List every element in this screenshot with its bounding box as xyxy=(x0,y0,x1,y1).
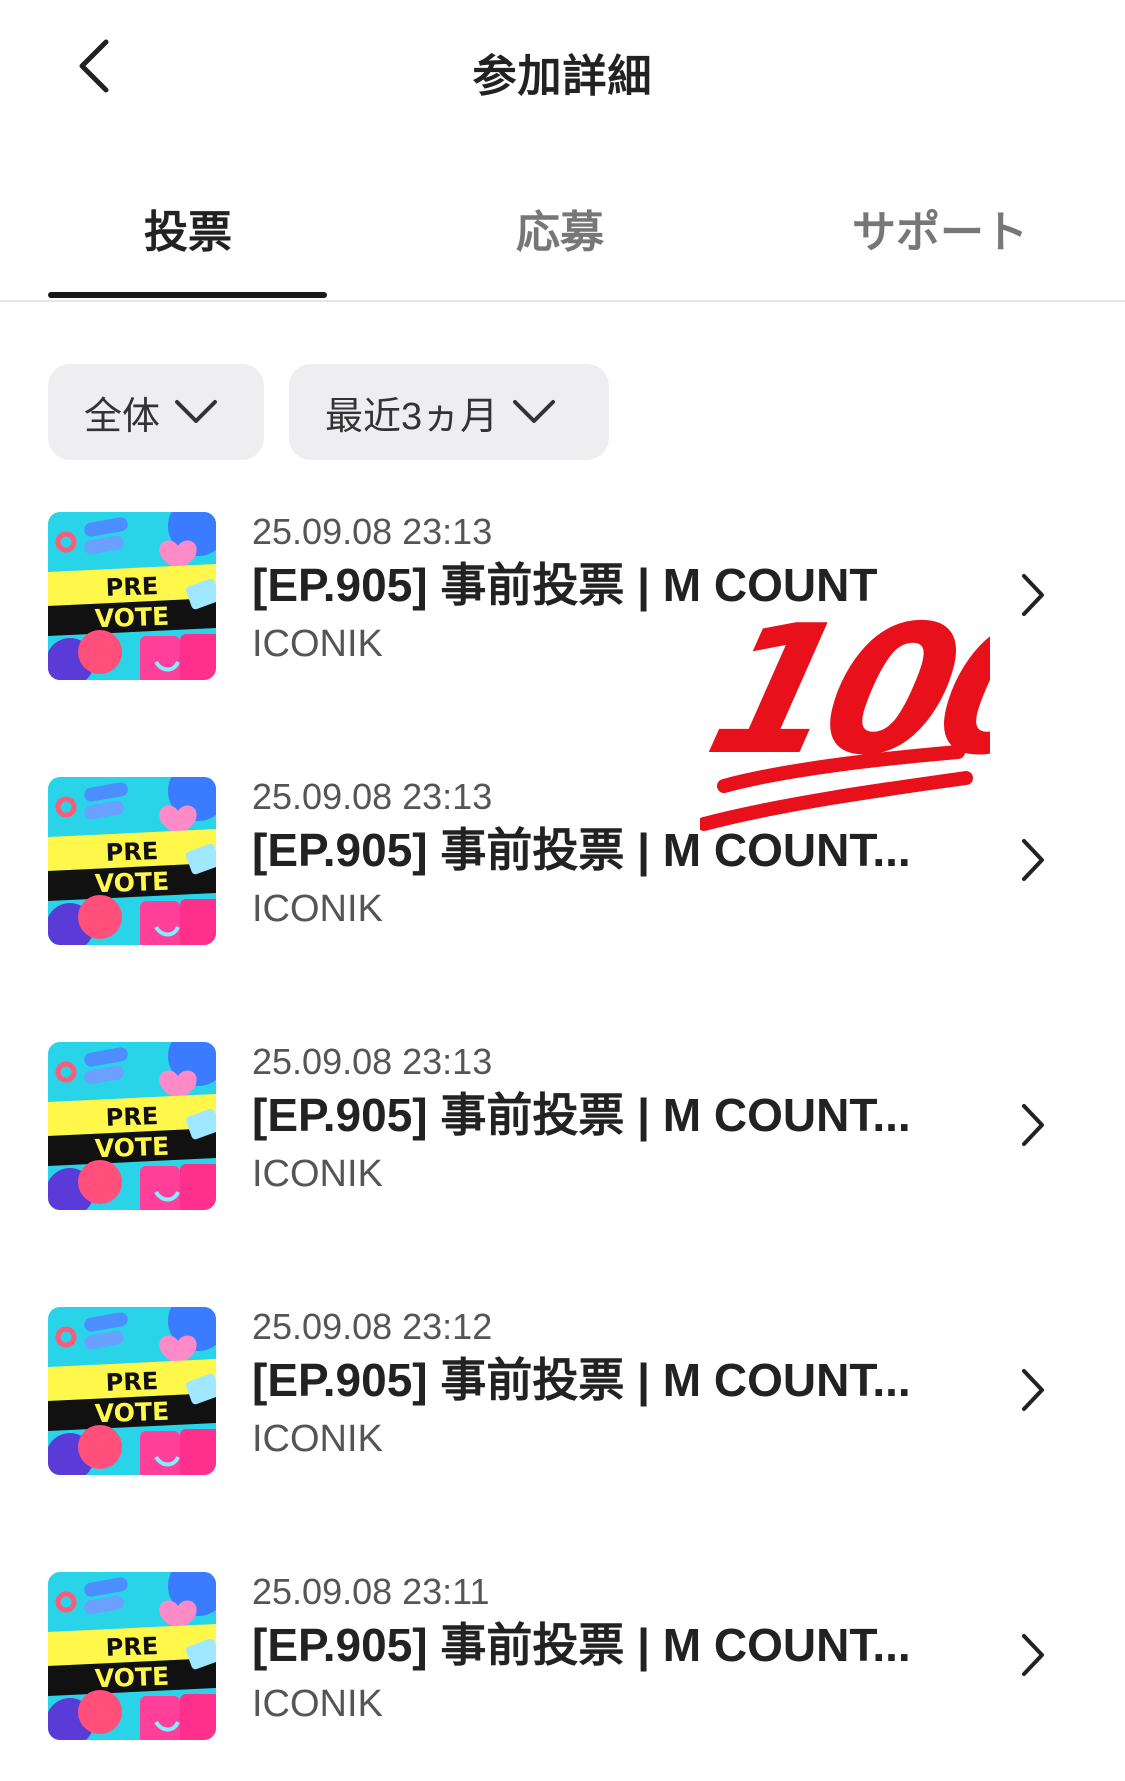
vote-thumbnail: PRE VOTE xyxy=(48,1042,216,1210)
vote-thumbnail: PRE VOTE xyxy=(48,512,216,680)
header: 参加詳細 xyxy=(0,0,1125,140)
item-title: [EP.905] 事前投票 | M COUNT... xyxy=(252,1619,911,1671)
item-text-block: 25.09.08 23:12 [EP.905] 事前投票 | M COUNT..… xyxy=(252,1306,952,1467)
chevron-right-icon xyxy=(1022,1634,1044,1676)
vote-thumbnail: PRE VOTE xyxy=(48,1572,216,1740)
filter-type-dropdown[interactable]: 全体 xyxy=(48,364,264,460)
page-title: 参加詳細 xyxy=(472,52,653,101)
item-title: [EP.905] 事前投票 | M COUNT... xyxy=(252,1089,911,1141)
item-title: [EP.905] 事前投票 | M COUNT... xyxy=(252,1354,911,1406)
chevron-right-icon xyxy=(1022,1369,1044,1411)
item-subtitle: ICONIK xyxy=(252,623,383,665)
item-title: [EP.905] 事前投票 | M COUNT xyxy=(252,559,878,611)
item-text-block: 25.09.08 23:13 [EP.905] 事前投票 | M COUNT..… xyxy=(252,776,952,937)
chevron-right-icon xyxy=(1022,1104,1044,1146)
tab-apply[interactable]: 応募 xyxy=(420,196,700,276)
list-item[interactable]: PRE VOTE 25.09.08 23:13 [EP.905] 事前投票 | … xyxy=(0,511,1125,682)
tab-support[interactable]: サポート xyxy=(790,196,1090,276)
tab-bar: 投票 応募 サポート xyxy=(0,180,1125,302)
thumb-text-pre: PRE xyxy=(105,1102,158,1132)
list-item[interactable]: PRE VOTE 25.09.08 23:13 [EP.905] 事前投票 | … xyxy=(0,1041,1125,1212)
item-subtitle: ICONIK xyxy=(252,1683,383,1725)
thumb-text-vote: VOTE xyxy=(94,602,169,634)
item-date: 25.09.08 23:13 xyxy=(252,1041,493,1082)
item-date: 25.09.08 23:11 xyxy=(252,1571,490,1612)
thumb-text-vote: VOTE xyxy=(94,1397,169,1429)
item-date: 25.09.08 23:12 xyxy=(252,1306,493,1347)
filter-period-label: 最近3ヵ月 xyxy=(325,395,499,438)
item-subtitle: ICONIK xyxy=(252,1418,383,1460)
chevron-right-icon xyxy=(1022,574,1044,616)
item-text-block: 25.09.08 23:11 [EP.905] 事前投票 | M COUNT..… xyxy=(252,1571,952,1732)
item-title: [EP.905] 事前投票 | M COUNT... xyxy=(252,824,911,876)
thumb-text-pre: PRE xyxy=(105,837,158,867)
thumb-text-pre: PRE xyxy=(105,1367,158,1397)
list-item[interactable]: PRE VOTE 25.09.08 23:12 [EP.905] 事前投票 | … xyxy=(0,1306,1125,1477)
list-item[interactable]: PRE VOTE 25.09.08 23:11 [EP.905] 事前投票 | … xyxy=(0,1571,1125,1742)
filter-type-label: 全体 xyxy=(84,395,161,438)
item-date: 25.09.08 23:13 xyxy=(252,776,493,817)
filter-period-dropdown[interactable]: 最近3ヵ月 xyxy=(289,364,609,460)
item-subtitle: ICONIK xyxy=(252,1153,383,1195)
active-tab-indicator xyxy=(48,292,327,298)
item-text-block: 25.09.08 23:13 [EP.905] 事前投票 | M COUNT..… xyxy=(252,1041,952,1202)
thumb-text-vote: VOTE xyxy=(94,867,169,899)
tab-vote[interactable]: 投票 xyxy=(48,196,328,276)
chevron-right-icon xyxy=(1022,839,1044,881)
item-text-block: 25.09.08 23:13 [EP.905] 事前投票 | M COUNT I… xyxy=(252,511,952,672)
chevron-down-icon xyxy=(175,400,218,423)
thumb-text-vote: VOTE xyxy=(94,1132,169,1164)
thumb-text-pre: PRE xyxy=(105,1632,158,1662)
vote-thumbnail: PRE VOTE xyxy=(48,1307,216,1475)
item-subtitle: ICONIK xyxy=(252,888,383,930)
chevron-down-icon xyxy=(513,400,556,423)
list-item[interactable]: PRE VOTE 25.09.08 23:13 [EP.905] 事前投票 | … xyxy=(0,776,1125,947)
thumb-text-vote: VOTE xyxy=(94,1662,169,1694)
item-date: 25.09.08 23:13 xyxy=(252,511,493,552)
vote-thumbnail: PRE VOTE xyxy=(48,777,216,945)
thumb-text-pre: PRE xyxy=(105,572,158,602)
